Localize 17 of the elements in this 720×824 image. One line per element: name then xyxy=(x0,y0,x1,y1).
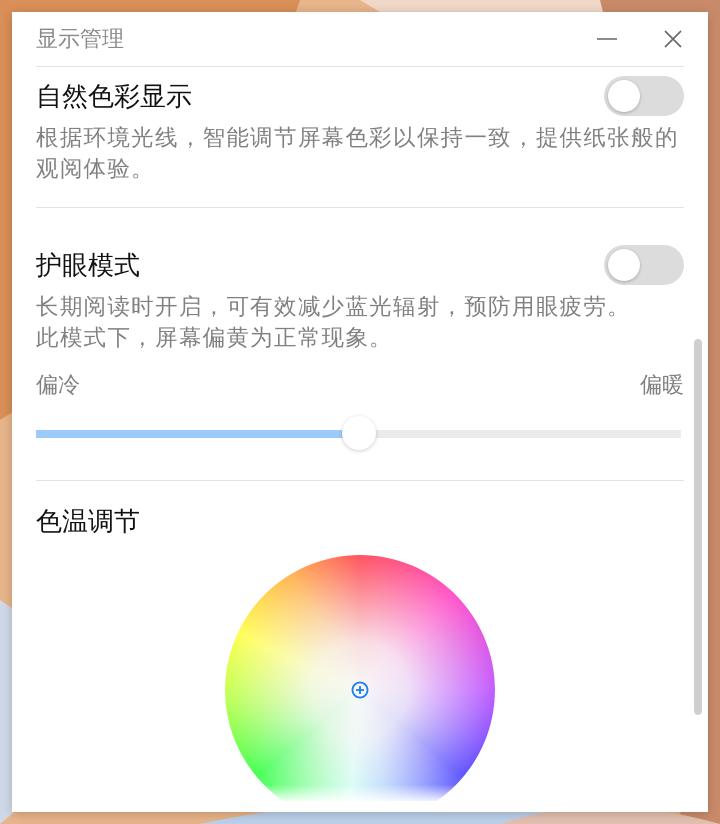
close-icon xyxy=(662,28,684,50)
slider-min-label: 偏冷 xyxy=(36,372,80,400)
description-text: 此模式下，屏幕偏黄为正常现象。 xyxy=(36,324,394,353)
window-title: 显示管理 xyxy=(36,26,125,54)
toggle-switch[interactable] xyxy=(604,76,684,116)
slider-max-label: 偏暖 xyxy=(640,372,684,400)
description-text: 观阅体验。 xyxy=(36,155,156,184)
toggle-switch[interactable] xyxy=(604,245,684,285)
section-title: 护眼模式 xyxy=(36,250,140,282)
description-text: 根据环境光线，智能调节屏幕色彩以保持一致，提供纸张般的 xyxy=(36,124,680,153)
description-text: 长期阅读时开启，可有效减少蓝光辐射，预防用眼疲劳。 xyxy=(36,293,632,322)
scrollbar[interactable] xyxy=(694,339,702,715)
section-title: 色温调节 xyxy=(36,506,140,538)
section-title: 自然色彩显示 xyxy=(36,80,192,114)
crosshair-icon xyxy=(351,681,369,699)
minimize-icon xyxy=(596,38,618,40)
slider-thumb[interactable] xyxy=(342,416,376,450)
